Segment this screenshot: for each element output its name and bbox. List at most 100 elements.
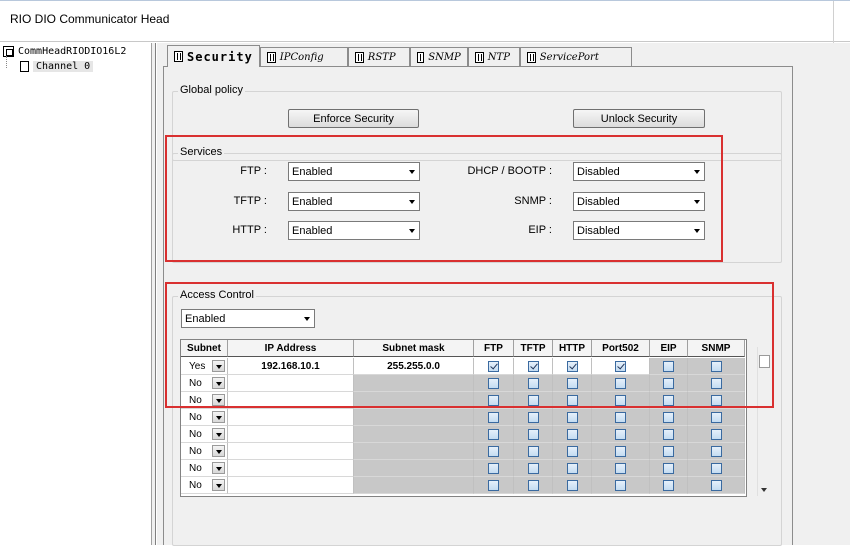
port502-checkbox[interactable] [615,360,626,372]
enforce-security-button[interactable]: Enforce Security [288,109,419,128]
subnet-mask-cell[interactable] [354,426,474,443]
tftp-checkbox[interactable] [527,360,539,372]
subnet-mask-cell[interactable] [354,375,474,392]
subnet-cell[interactable]: No [181,460,228,477]
snmp-checkbox[interactable] [710,377,722,389]
eip-checkbox[interactable] [663,411,674,423]
ftp-checkbox[interactable] [488,360,499,372]
ip-address-cell[interactable]: 192.168.10.1 [228,358,354,375]
tftp-checkbox[interactable] [527,377,539,389]
column-header-port502[interactable]: Port502 [592,340,650,357]
port502-checkbox[interactable] [615,445,626,457]
scrollbar-thumb[interactable] [759,355,770,368]
chevron-down-icon[interactable] [212,445,225,457]
subnet-mask-cell[interactable] [354,460,474,477]
ftp-checkbox[interactable] [488,394,499,406]
ftp-checkbox[interactable] [488,479,499,491]
tree-node-root[interactable]: CommHeadRIODIO16L2 [3,46,126,57]
ip-address-cell[interactable] [228,477,354,494]
eip-checkbox[interactable] [663,445,674,457]
subnet-cell[interactable]: No [181,375,228,392]
column-header-eip[interactable]: EIP [650,340,688,357]
tftp-select[interactable]: Enabled [288,192,420,211]
eip-checkbox[interactable] [663,377,674,389]
http-checkbox[interactable] [566,462,578,474]
tab-rstp[interactable]: RSTP [347,47,410,67]
column-header-snmp[interactable]: SNMP [688,340,745,357]
snmp-checkbox[interactable] [710,428,722,440]
tftp-checkbox[interactable] [527,394,539,406]
snmp-checkbox[interactable] [710,411,722,423]
port502-checkbox[interactable] [615,377,626,389]
ip-address-cell[interactable] [228,460,354,477]
port502-checkbox[interactable] [615,462,626,474]
dhcp-bootp-select[interactable]: Disabled [573,162,705,181]
eip-select[interactable]: Disabled [573,221,705,240]
tree-node-channel[interactable]: Channel 0 [20,61,94,72]
tftp-checkbox[interactable] [527,479,539,491]
http-checkbox[interactable] [566,360,578,372]
subnet-mask-cell[interactable] [354,392,474,409]
unlock-security-button[interactable]: Unlock Security [573,109,705,128]
eip-checkbox[interactable] [663,360,674,372]
snmp-select[interactable]: Disabled [573,192,705,211]
eip-checkbox[interactable] [663,428,674,440]
eip-checkbox[interactable] [663,479,674,491]
ip-address-cell[interactable] [228,375,354,392]
column-header-ip[interactable]: IP Address [228,340,354,357]
chevron-down-icon[interactable] [212,428,225,440]
tftp-checkbox[interactable] [527,462,539,474]
subnet-cell[interactable]: No [181,477,228,494]
tab-serviceport[interactable]: ServicePort [519,47,632,67]
tftp-checkbox[interactable] [527,428,539,440]
column-header-http[interactable]: HTTP [553,340,592,357]
chevron-down-icon[interactable] [212,360,225,372]
device-tree[interactable]: CommHeadRIODIO16L2 Channel 0 [0,43,152,545]
column-header-subnet[interactable]: Subnet [181,340,228,357]
http-checkbox[interactable] [566,445,578,457]
http-checkbox[interactable] [566,428,578,440]
subnet-cell[interactable]: No [181,426,228,443]
tab-snmp[interactable]: SNMP [409,47,468,67]
subnet-cell[interactable]: No [181,443,228,460]
tab-ipconfig[interactable]: IPConfig [259,47,348,67]
snmp-checkbox[interactable] [710,360,722,372]
port502-checkbox[interactable] [615,428,626,440]
column-header-ftp[interactable]: FTP [474,340,514,357]
eip-checkbox[interactable] [663,394,674,406]
port502-checkbox[interactable] [615,411,626,423]
http-checkbox[interactable] [566,394,578,406]
access-control-select[interactable]: Enabled [181,309,315,328]
subnet-mask-cell[interactable]: 255.255.0.0 [354,358,474,375]
subnet-mask-cell[interactable] [354,409,474,426]
tab-ntp[interactable]: NTP [467,47,520,67]
ftp-checkbox[interactable] [488,377,499,389]
ftp-checkbox[interactable] [488,445,499,457]
subnet-cell[interactable]: No [181,392,228,409]
chevron-down-icon[interactable] [212,462,225,474]
ip-address-cell[interactable] [228,409,354,426]
table-scrollbar[interactable] [757,347,770,496]
subnet-cell[interactable]: No [181,409,228,426]
column-header-mask[interactable]: Subnet mask [354,340,474,357]
chevron-down-icon[interactable] [212,411,225,423]
ip-address-cell[interactable] [228,443,354,460]
ftp-checkbox[interactable] [488,428,499,440]
tab-security[interactable]: Security [167,45,260,67]
chevron-down-icon[interactable] [212,394,225,406]
snmp-checkbox[interactable] [710,394,722,406]
tftp-checkbox[interactable] [527,411,539,423]
eip-checkbox[interactable] [663,462,674,474]
http-select[interactable]: Enabled [288,221,420,240]
subnet-mask-cell[interactable] [354,477,474,494]
http-checkbox[interactable] [566,411,578,423]
chevron-down-icon[interactable] [212,479,225,491]
snmp-checkbox[interactable] [710,479,722,491]
ip-address-cell[interactable] [228,392,354,409]
pane-splitter[interactable] [152,43,156,545]
tftp-checkbox[interactable] [527,445,539,457]
snmp-checkbox[interactable] [710,462,722,474]
scroll-down-arrow-icon[interactable] [761,488,767,492]
ftp-checkbox[interactable] [488,462,499,474]
ftp-checkbox[interactable] [488,411,499,423]
